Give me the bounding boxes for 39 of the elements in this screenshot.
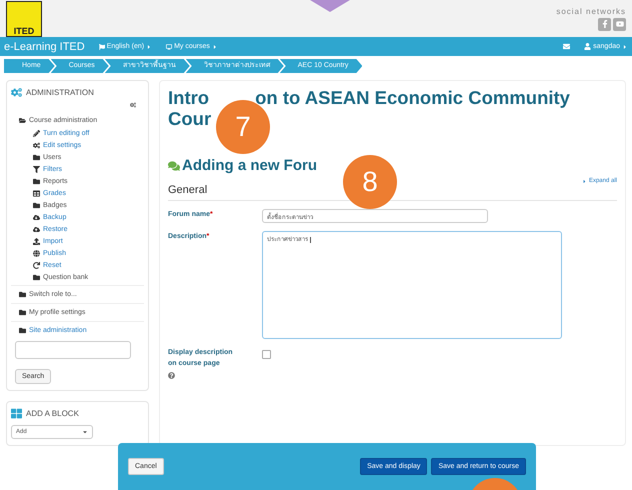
course-title: Intro bbox=[168, 87, 210, 108]
logo-text: ITED bbox=[14, 26, 34, 36]
caret-icon bbox=[212, 44, 218, 50]
facebook-icon[interactable] bbox=[598, 18, 611, 30]
folder-icon bbox=[33, 154, 40, 160]
panel-title: ADD A BLOCK bbox=[26, 409, 79, 418]
folder-icon bbox=[33, 178, 40, 184]
site-name[interactable]: e-Learning ITED bbox=[4, 40, 85, 52]
caret-icon bbox=[146, 44, 152, 50]
pencil-icon bbox=[33, 130, 40, 136]
forum-icon bbox=[168, 160, 180, 172]
caret-icon bbox=[622, 44, 628, 50]
cloud-icon bbox=[33, 226, 40, 232]
table-icon bbox=[33, 190, 40, 196]
checkbox[interactable] bbox=[262, 350, 271, 359]
gears-icon bbox=[33, 142, 40, 148]
filter-icon bbox=[33, 166, 40, 172]
gears-icon bbox=[11, 87, 22, 98]
help-icon[interactable] bbox=[168, 372, 175, 379]
page-heading: Adding a new Foru bbox=[182, 157, 317, 174]
blocks-icon bbox=[11, 408, 22, 419]
caret-icon bbox=[82, 429, 88, 435]
caret-icon bbox=[582, 178, 587, 184]
upload-icon bbox=[33, 238, 40, 244]
youtube-icon[interactable] bbox=[613, 18, 626, 30]
cloud-icon bbox=[33, 214, 40, 220]
monitor-icon bbox=[166, 44, 172, 50]
flag-icon bbox=[98, 44, 105, 50]
folder-icon bbox=[33, 202, 40, 208]
course-title: Cour bbox=[168, 108, 212, 129]
social-label: social networks bbox=[556, 6, 626, 16]
search-field[interactable] bbox=[15, 341, 131, 359]
panel-title: ADMINISTRATION bbox=[26, 88, 94, 97]
globe-icon bbox=[33, 250, 40, 256]
folder-icon bbox=[33, 274, 40, 280]
reset-icon bbox=[33, 262, 40, 268]
mail-icon[interactable] bbox=[563, 43, 570, 50]
settings-icon[interactable] bbox=[130, 102, 136, 108]
avatar-icon bbox=[584, 43, 592, 50]
